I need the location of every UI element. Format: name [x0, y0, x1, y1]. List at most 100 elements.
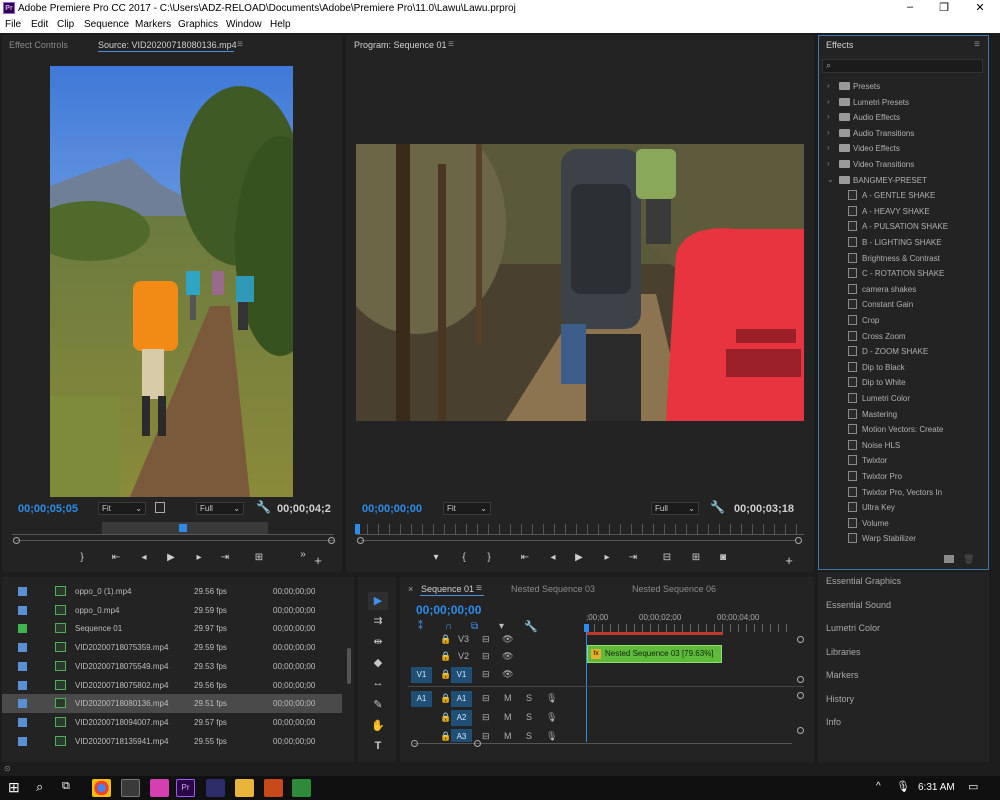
task-view-icon[interactable]: ⧉ [62, 780, 70, 793]
minimize-button[interactable]: – [900, 1, 920, 13]
chevron-right-icon[interactable]: › [827, 128, 830, 137]
panel-tab-libraries[interactable]: Libraries [826, 647, 861, 657]
app-icon-2[interactable] [121, 779, 140, 797]
trash-icon[interactable]: 🗑 [963, 554, 974, 565]
show-hidden-icons[interactable]: ^ [876, 781, 881, 792]
lock-icon[interactable]: 🔒 [440, 693, 451, 704]
program-zoom-handle-right[interactable] [795, 537, 802, 544]
effects-menu-icon[interactable]: ≡ [974, 39, 980, 50]
microphone-icon[interactable]: 🎙 [546, 731, 557, 742]
menu-sequence[interactable]: Sequence [84, 19, 129, 30]
track-a2-label[interactable]: A2 [451, 710, 472, 726]
timeline-zoom-handle-right[interactable] [474, 740, 481, 747]
solo-button[interactable]: S [526, 693, 532, 703]
microphone-icon[interactable]: 🎙 [546, 693, 557, 704]
source-timecode[interactable]: 00;00;05;05 [18, 503, 78, 515]
effects-item[interactable]: › Video Effects [818, 141, 988, 157]
app-icon-7[interactable] [264, 779, 283, 797]
go-to-out-icon[interactable]: ⇥ [218, 552, 232, 563]
project-item[interactable]: VID20200718075359.mp4 29.59 fps 00;00;00;0… [2, 638, 342, 657]
camera-icon[interactable]: ◙ [716, 552, 730, 563]
label-color-swatch[interactable] [18, 587, 27, 596]
source-quality-dropdown[interactable]: Full ⌄ [196, 502, 244, 515]
go-to-in-icon[interactable]: ⇤ [518, 552, 532, 563]
effects-item[interactable]: › Video Transitions [818, 157, 988, 173]
track-v1-label[interactable]: V1 [451, 667, 472, 683]
effects-item[interactable]: Lumetri Color [818, 391, 988, 407]
app-icon-5[interactable] [206, 779, 225, 797]
chevron-right-icon[interactable]: › [827, 143, 830, 152]
eye-icon[interactable]: 👁 [502, 669, 513, 680]
lock-icon[interactable]: 🔒 [440, 669, 451, 680]
step-forward-icon[interactable]: ▸ [192, 552, 206, 563]
effects-item[interactable]: › Presets [818, 79, 988, 95]
effects-item[interactable]: D - ZOOM SHAKE [818, 344, 988, 360]
effects-item[interactable]: A - PULSATION SHAKE [818, 219, 988, 235]
timeline-ruler-ticks[interactable] [586, 624, 791, 632]
program-playhead[interactable] [355, 524, 360, 534]
clock[interactable]: 6:31 AM [918, 782, 955, 793]
menu-clip[interactable]: Clip [57, 19, 74, 30]
more-controls-icon[interactable]: » [296, 549, 310, 560]
program-quality-dropdown[interactable]: Full ⌄ [651, 502, 699, 515]
play-icon[interactable]: ▶ [572, 552, 586, 563]
step-forward-icon[interactable]: ▸ [600, 552, 614, 563]
notifications-icon[interactable]: ▭ [968, 780, 978, 793]
chevron-down-icon[interactable]: ⌄ [827, 175, 834, 184]
program-fit-dropdown[interactable]: Fit ⌄ [443, 502, 491, 515]
project-item[interactable]: oppo_0.mp4 29.59 fps 00;00;00;00 [2, 601, 342, 620]
sync-lock-icon[interactable]: ⊟ [482, 669, 490, 680]
app-icon-3[interactable] [150, 779, 169, 797]
tab-program[interactable]: Program: Sequence 01 [354, 40, 447, 50]
wrench-icon[interactable]: 🔧 [710, 500, 725, 514]
menu-window[interactable]: Window [226, 19, 262, 30]
microphone-icon[interactable]: 🎙 [546, 712, 557, 723]
maximize-button[interactable]: ❐ [934, 1, 954, 14]
microphone-icon[interactable]: 🎙 [896, 780, 910, 793]
effects-item[interactable]: Dip to Black [818, 360, 988, 376]
source-patch-v1[interactable]: V1 [411, 667, 432, 683]
program-menu-icon[interactable]: ≡ [448, 39, 454, 50]
effects-item[interactable]: Brightness & Contrast [818, 251, 988, 267]
effects-item[interactable]: Volume [818, 516, 988, 532]
tab-nested-sequence-03[interactable]: Nested Sequence 03 [511, 584, 595, 594]
effects-search-input[interactable]: ⌕ [822, 59, 983, 73]
mark-out-icon[interactable]: } [75, 552, 89, 563]
chevron-right-icon[interactable]: › [827, 97, 830, 106]
program-timecode[interactable]: 00;00;00;00 [362, 503, 422, 515]
lift-icon[interactable]: ⊟ [660, 552, 674, 563]
label-color-swatch[interactable] [18, 605, 27, 615]
close-sequence-tab-icon[interactable]: × [408, 584, 413, 594]
close-button[interactable]: ✕ [970, 1, 990, 14]
project-item[interactable]: VID20200718080136.mp4 29.51 fps 00;00;00;0… [2, 694, 342, 714]
program-time-ruler[interactable] [356, 524, 804, 535]
effects-item[interactable]: B - LIGHTING SHAKE [818, 235, 988, 251]
sync-lock-icon[interactable]: ⊟ [482, 693, 490, 704]
effects-item[interactable]: Mastering [818, 407, 988, 423]
app-icon-8[interactable] [292, 779, 311, 797]
slip-tool-icon[interactable]: ↔ [369, 677, 387, 689]
source-playhead[interactable] [179, 524, 187, 532]
mute-button[interactable]: M [504, 731, 512, 741]
effects-item[interactable]: Warp Stabilizer [818, 531, 988, 547]
windows-start-icon[interactable]: ⊞ [8, 779, 20, 796]
chrome-icon[interactable] [92, 779, 111, 797]
project-item[interactable]: VID20200718075802.mp4 29.56 fps 00;00;00;0… [2, 676, 342, 695]
label-color-swatch[interactable] [18, 624, 27, 634]
program-video-frame[interactable] [356, 144, 804, 421]
project-item[interactable]: VID20200718094007.mp4 29.57 fps 00;00;00;0… [2, 713, 342, 732]
label-color-swatch[interactable] [18, 717, 27, 727]
timeline-clip[interactable]: fx Nested Sequence 03 [79.63%] [587, 645, 722, 663]
effects-item[interactable]: Cross Zoom [818, 329, 988, 345]
new-bin-icon[interactable] [944, 555, 954, 563]
source-zoom-handle-right[interactable] [328, 537, 335, 544]
source-zoom-handle-left[interactable] [13, 537, 20, 544]
effects-item[interactable]: Noise HLS [818, 438, 988, 454]
mark-out-icon[interactable]: } [482, 552, 496, 563]
panel-tab-essential-sound[interactable]: Essential Sound [826, 600, 891, 610]
lock-icon[interactable]: 🔒 [440, 634, 451, 645]
menu-markers[interactable]: Markers [135, 19, 171, 30]
menu-help[interactable]: Help [270, 19, 291, 30]
source-video-frame[interactable] [50, 66, 293, 497]
panel-tab-essential-graphics[interactable]: Essential Graphics [826, 576, 901, 586]
